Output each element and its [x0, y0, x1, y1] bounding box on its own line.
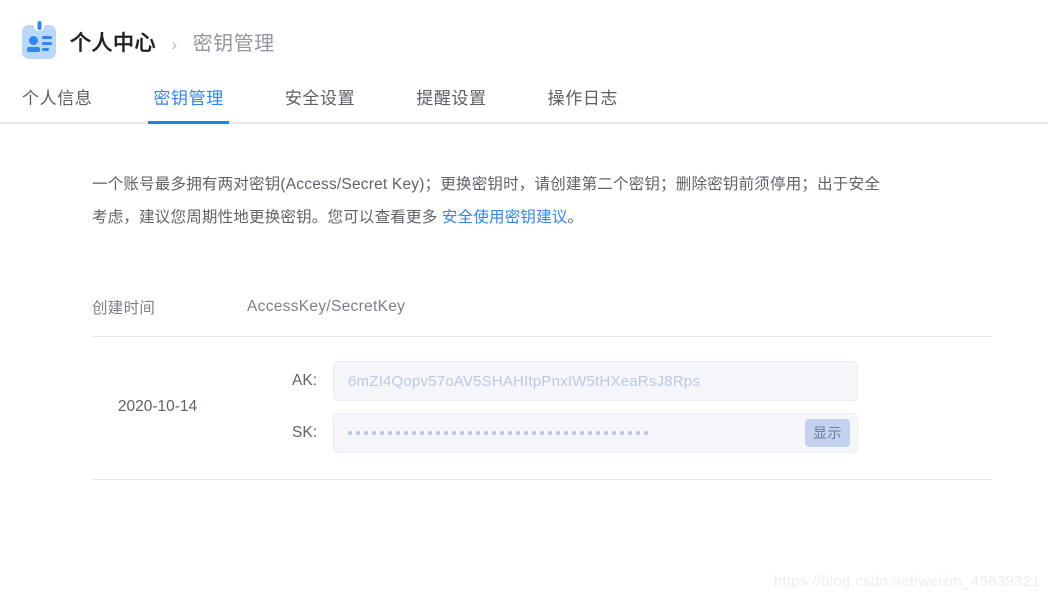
mask-dot [356, 431, 360, 435]
tab-list: 个人信息 密钥管理 安全设置 提醒设置 操作日志 [22, 84, 1026, 124]
show-secret-key-button[interactable]: 显示 [805, 419, 850, 447]
cell-created-time: 2020-10-14 [117, 398, 198, 415]
mask-dot [612, 431, 616, 435]
mask-dot [508, 431, 512, 435]
access-key-line: AK: 6mZI4Qopv57oAV5SHAHItpPnxIW5tHXeaRsJ… [247, 361, 992, 401]
mask-dot [348, 431, 352, 435]
tab-2[interactable]: 安全设置 [285, 84, 355, 122]
cell-keys: AK: 6mZI4Qopv57oAV5SHAHItpPnxIW5tHXeaRsJ… [247, 361, 992, 453]
mask-dot [476, 431, 480, 435]
mask-dot [396, 431, 400, 435]
mask-dot [412, 431, 416, 435]
mask-dot [436, 431, 440, 435]
badge-line-1 [42, 36, 52, 39]
key-table: 创建时间 AccessKey/SecretKey 2020-10-14 AK: … [92, 296, 992, 480]
badge-line-3 [42, 48, 49, 51]
breadcrumb-root[interactable]: 个人中心 [70, 32, 156, 55]
mask-dot [380, 431, 384, 435]
mask-dot [572, 431, 576, 435]
mask-dot [596, 431, 600, 435]
mask-dot [628, 431, 632, 435]
secret-key-line: SK: 显示 [247, 413, 992, 453]
mask-dot [484, 431, 488, 435]
mask-dot [636, 431, 640, 435]
mask-dot [532, 431, 536, 435]
table-row: 2020-10-14 AK: 6mZI4Qopv57oAV5SHAHItpPnx… [92, 337, 992, 480]
secret-key-label: SK: [292, 424, 317, 441]
mask-dot [516, 431, 520, 435]
tab-bar: 个人信息 密钥管理 安全设置 提醒设置 操作日志 [0, 84, 1048, 124]
key-description: 一个账号最多拥有两对密钥(Access/Secret Key)；更换密钥时，请创… [92, 168, 892, 234]
tab-0[interactable]: 个人信息 [22, 84, 92, 122]
page-header: 个人中心 › 密钥管理 [0, 0, 1048, 62]
mask-dot [564, 431, 568, 435]
mask-dot [460, 431, 464, 435]
mask-dot [540, 431, 544, 435]
chevron-right-icon: › [171, 35, 178, 54]
mask-dot [620, 431, 624, 435]
mask-dot [588, 431, 592, 435]
mask-dot [548, 431, 552, 435]
id-badge-icon [22, 20, 56, 59]
badge-avatar-head [29, 36, 38, 45]
watermark: https://blog.csdn.net/weixin_45839321 [773, 573, 1040, 590]
mask-dot [524, 431, 528, 435]
mask-dot [500, 431, 504, 435]
table-header-row: 创建时间 AccessKey/SecretKey [92, 296, 992, 337]
mask-dot [388, 431, 392, 435]
mask-dot [492, 431, 496, 435]
security-advice-link[interactable]: 安全使用密钥建议 [442, 209, 568, 226]
column-header-access-secret-key: AccessKey/SecretKey [247, 298, 406, 315]
tab-1[interactable]: 密钥管理 [148, 84, 230, 124]
mask-dot [580, 431, 584, 435]
description-text-2: 。 [567, 209, 584, 226]
page-content: 一个账号最多拥有两对密钥(Access/Secret Key)；更换密钥时，请创… [0, 168, 1048, 480]
mask-dot [428, 431, 432, 435]
secret-key-field[interactable]: 显示 [333, 413, 858, 453]
breadcrumb-current: 密钥管理 [192, 33, 275, 55]
badge-avatar-body [27, 47, 40, 52]
mask-dot [372, 431, 376, 435]
mask-dot [468, 431, 472, 435]
mask-dot [644, 431, 648, 435]
mask-dot [604, 431, 608, 435]
breadcrumb: 个人中心 › 密钥管理 [70, 27, 275, 57]
tab-3[interactable]: 提醒设置 [416, 84, 486, 122]
secret-key-masked-value [348, 414, 648, 452]
mask-dot [452, 431, 456, 435]
tab-4[interactable]: 操作日志 [548, 84, 618, 122]
access-key-field[interactable]: 6mZI4Qopv57oAV5SHAHItpPnxIW5tHXeaRsJ8Rps [333, 361, 858, 401]
access-key-value: 6mZI4Qopv57oAV5SHAHItpPnxIW5tHXeaRsJ8Rps [348, 372, 701, 390]
access-key-label: AK: [292, 372, 317, 389]
badge-line-2 [42, 42, 52, 45]
mask-dot [420, 431, 424, 435]
mask-dot [364, 431, 368, 435]
mask-dot [556, 431, 560, 435]
badge-clip [33, 20, 45, 31]
column-header-created-time: 创建时间 [92, 300, 156, 317]
mask-dot [444, 431, 448, 435]
mask-dot [404, 431, 408, 435]
